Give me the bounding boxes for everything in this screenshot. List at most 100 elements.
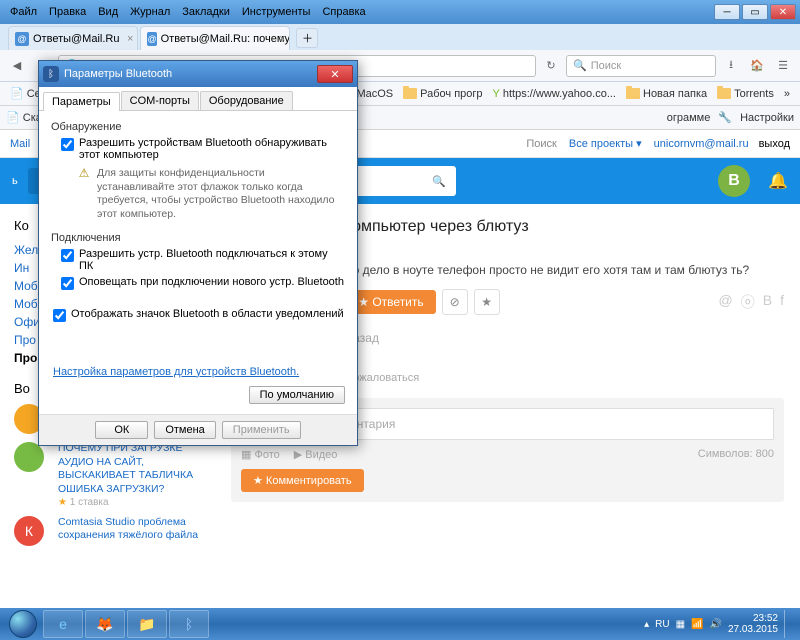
menu-bookmarks[interactable]: Закладки xyxy=(176,4,236,20)
tab-params[interactable]: Параметры xyxy=(43,92,120,111)
checkbox[interactable] xyxy=(61,277,74,290)
checkbox[interactable] xyxy=(53,309,66,322)
search-icon: 🔍 xyxy=(573,59,587,72)
mailru-nav-mail[interactable]: Mail xyxy=(10,138,30,150)
menu-file[interactable]: Файл xyxy=(4,4,43,20)
windows-orb-icon xyxy=(9,610,37,638)
bt-settings-link[interactable]: Настройка параметров для устройств Bluet… xyxy=(53,366,345,378)
mailru-nav-all[interactable]: Все проекты ▾ xyxy=(569,137,642,150)
tray-flag-icon[interactable]: ▦ xyxy=(676,619,685,630)
question-title: ПОЧЕМУ ПРИ ЗАГРУЗКЕ АУДИО НА САЙТ, ВЫСКА… xyxy=(58,442,205,497)
share-fb-icon[interactable]: f xyxy=(780,292,784,312)
tray-show-hidden[interactable]: ▴ xyxy=(644,619,649,630)
logout-link[interactable]: выход xyxy=(759,138,790,150)
meta-text: 1 ставка xyxy=(70,497,109,508)
start-button[interactable] xyxy=(4,609,42,639)
bm-label: Torrents xyxy=(734,88,774,100)
close-icon[interactable]: × xyxy=(127,33,133,45)
warning-icon: ⚠ xyxy=(77,167,91,181)
mailru-nav-search[interactable]: Поиск xyxy=(526,138,556,150)
tray-clock[interactable]: 23:52 27.03.2015 xyxy=(728,613,778,635)
taskbar: e 🦊 📁 ᛒ ▴ RU ▦ 📶 🔊 23:52 27.03.2015 xyxy=(0,608,800,640)
browser-tab-1[interactable]: @ Ответы@Mail.Ru × xyxy=(8,26,138,50)
ie-icon: e xyxy=(59,616,67,632)
tray-network-icon[interactable]: 📶 xyxy=(691,619,703,630)
show-desktop[interactable] xyxy=(784,610,790,638)
bookmark-item[interactable]: Рабоч прогр xyxy=(399,86,486,102)
toolbar-link[interactable]: ограмме xyxy=(667,112,711,124)
bell-icon[interactable]: 🔔 xyxy=(768,171,788,191)
bookmarks-overflow[interactable]: » xyxy=(780,88,794,100)
share-ok-icon[interactable]: ⓞ xyxy=(741,292,755,312)
sidebar-question[interactable]: ПОЧЕМУ ПРИ ЗАГРУЗКЕ АУДИО НА САЙТ, ВЫСКА… xyxy=(14,442,205,508)
menu-edit[interactable]: Правка xyxy=(43,4,92,20)
bm-label: https://www.yahoo.co... xyxy=(503,88,616,100)
toolbar-link[interactable]: Настройки xyxy=(740,112,794,124)
check-label: Отображать значок Bluetooth в области ув… xyxy=(71,308,344,320)
sidebar-question[interactable]: К Comtasia Studio проблема сохранения тя… xyxy=(14,516,205,546)
block-button[interactable]: ⊘ xyxy=(442,289,468,315)
window-close[interactable]: ✕ xyxy=(770,4,796,20)
menu-help[interactable]: Справка xyxy=(316,4,371,20)
back-button[interactable]: ◀ xyxy=(6,55,28,77)
avatar xyxy=(14,442,44,472)
bluetooth-dialog: ᛒ Параметры Bluetooth ✕ Параметры COM-по… xyxy=(38,60,358,446)
bookmark-item[interactable]: Y https://www.yahoo.co... xyxy=(489,86,620,102)
toolbar-fragment: 📄 Ска xyxy=(6,111,42,124)
checkbox[interactable] xyxy=(61,249,74,262)
apply-button[interactable]: Применить xyxy=(222,421,301,439)
check-allow-connect[interactable]: Разрешить устр. Bluetooth подключаться к… xyxy=(61,248,345,272)
check-label: Разрешить устройствам Bluetooth обнаружи… xyxy=(79,137,345,161)
tray-lang[interactable]: RU xyxy=(655,619,669,630)
attach-video[interactable]: ▶ Видео xyxy=(294,448,338,461)
menu-view[interactable]: Вид xyxy=(92,4,124,20)
bookmark-item[interactable]: Новая папка xyxy=(622,86,711,102)
browser-search[interactable]: 🔍 Поиск xyxy=(566,55,716,77)
new-tab-button[interactable]: ＋ xyxy=(296,28,318,48)
bluetooth-icon: ᛒ xyxy=(185,616,193,632)
share-vk-icon[interactable]: B xyxy=(763,292,772,312)
window-minimize[interactable]: ─ xyxy=(714,4,740,20)
browser-tabstrip: @ Ответы@Mail.Ru × @ Ответы@Mail.Ru: поч… xyxy=(0,24,800,50)
folder-icon xyxy=(717,88,731,99)
user-avatar[interactable]: В xyxy=(718,165,750,197)
firefox-icon: 🦊 xyxy=(96,616,113,633)
check-discoverable[interactable]: Разрешить устройствам Bluetooth обнаружи… xyxy=(61,137,345,161)
ok-button[interactable]: ОК xyxy=(95,421,148,439)
attach-photo[interactable]: ▦ Фото xyxy=(241,448,280,461)
favicon-icon: @ xyxy=(15,32,29,46)
user-email[interactable]: unicornvm@mail.ru xyxy=(654,138,749,150)
tab-title: Ответы@Mail.Ru: почему ... xyxy=(161,33,291,45)
taskbar-firefox[interactable]: 🦊 xyxy=(85,610,125,638)
share-mail-icon[interactable]: @ xyxy=(719,292,733,312)
defaults-button[interactable]: По умолчанию xyxy=(249,386,345,404)
answer-button[interactable]: ★ Ответить xyxy=(346,290,435,314)
downloads-button[interactable]: ⭳ xyxy=(720,55,742,77)
tab-title: Ответы@Mail.Ru xyxy=(33,33,119,45)
tab-comports[interactable]: COM-порты xyxy=(121,91,199,110)
tray-volume-icon[interactable]: 🔊 xyxy=(709,619,721,630)
browser-tab-2[interactable]: @ Ответы@Mail.Ru: почему ... × xyxy=(140,26,290,50)
dialog-titlebar[interactable]: ᛒ Параметры Bluetooth ✕ xyxy=(39,61,357,87)
window-maximize[interactable]: ▭ xyxy=(742,4,768,20)
menu-tools[interactable]: Инструменты xyxy=(236,4,317,20)
check-tray-icon[interactable]: Отображать значок Bluetooth в области ув… xyxy=(53,308,345,322)
dialog-close[interactable]: ✕ xyxy=(317,65,353,83)
comment-submit[interactable]: ★ Комментировать xyxy=(241,469,364,492)
taskbar-bluetooth[interactable]: ᛒ xyxy=(169,610,209,638)
menu-history[interactable]: Журнал xyxy=(124,4,176,20)
search-icon[interactable]: 🔍 xyxy=(432,175,446,188)
reload-button[interactable]: ↻ xyxy=(540,55,562,77)
close-icon[interactable]: × xyxy=(279,33,285,45)
taskbar-explorer[interactable]: 📁 xyxy=(127,610,167,638)
btn-label: Ответить xyxy=(372,295,423,309)
menu-button[interactable]: ☰ xyxy=(772,55,794,77)
favorite-button[interactable]: ★ xyxy=(474,289,500,315)
tab-hardware[interactable]: Оборудование xyxy=(200,91,293,110)
home-button[interactable]: 🏠 xyxy=(746,55,768,77)
bookmark-item[interactable]: Torrents xyxy=(713,86,778,102)
checkbox[interactable] xyxy=(61,138,74,151)
check-notify-connect[interactable]: Оповещать при подключении нового устр. B… xyxy=(61,276,345,290)
taskbar-ie[interactable]: e xyxy=(43,610,83,638)
cancel-button[interactable]: Отмена xyxy=(154,421,215,439)
